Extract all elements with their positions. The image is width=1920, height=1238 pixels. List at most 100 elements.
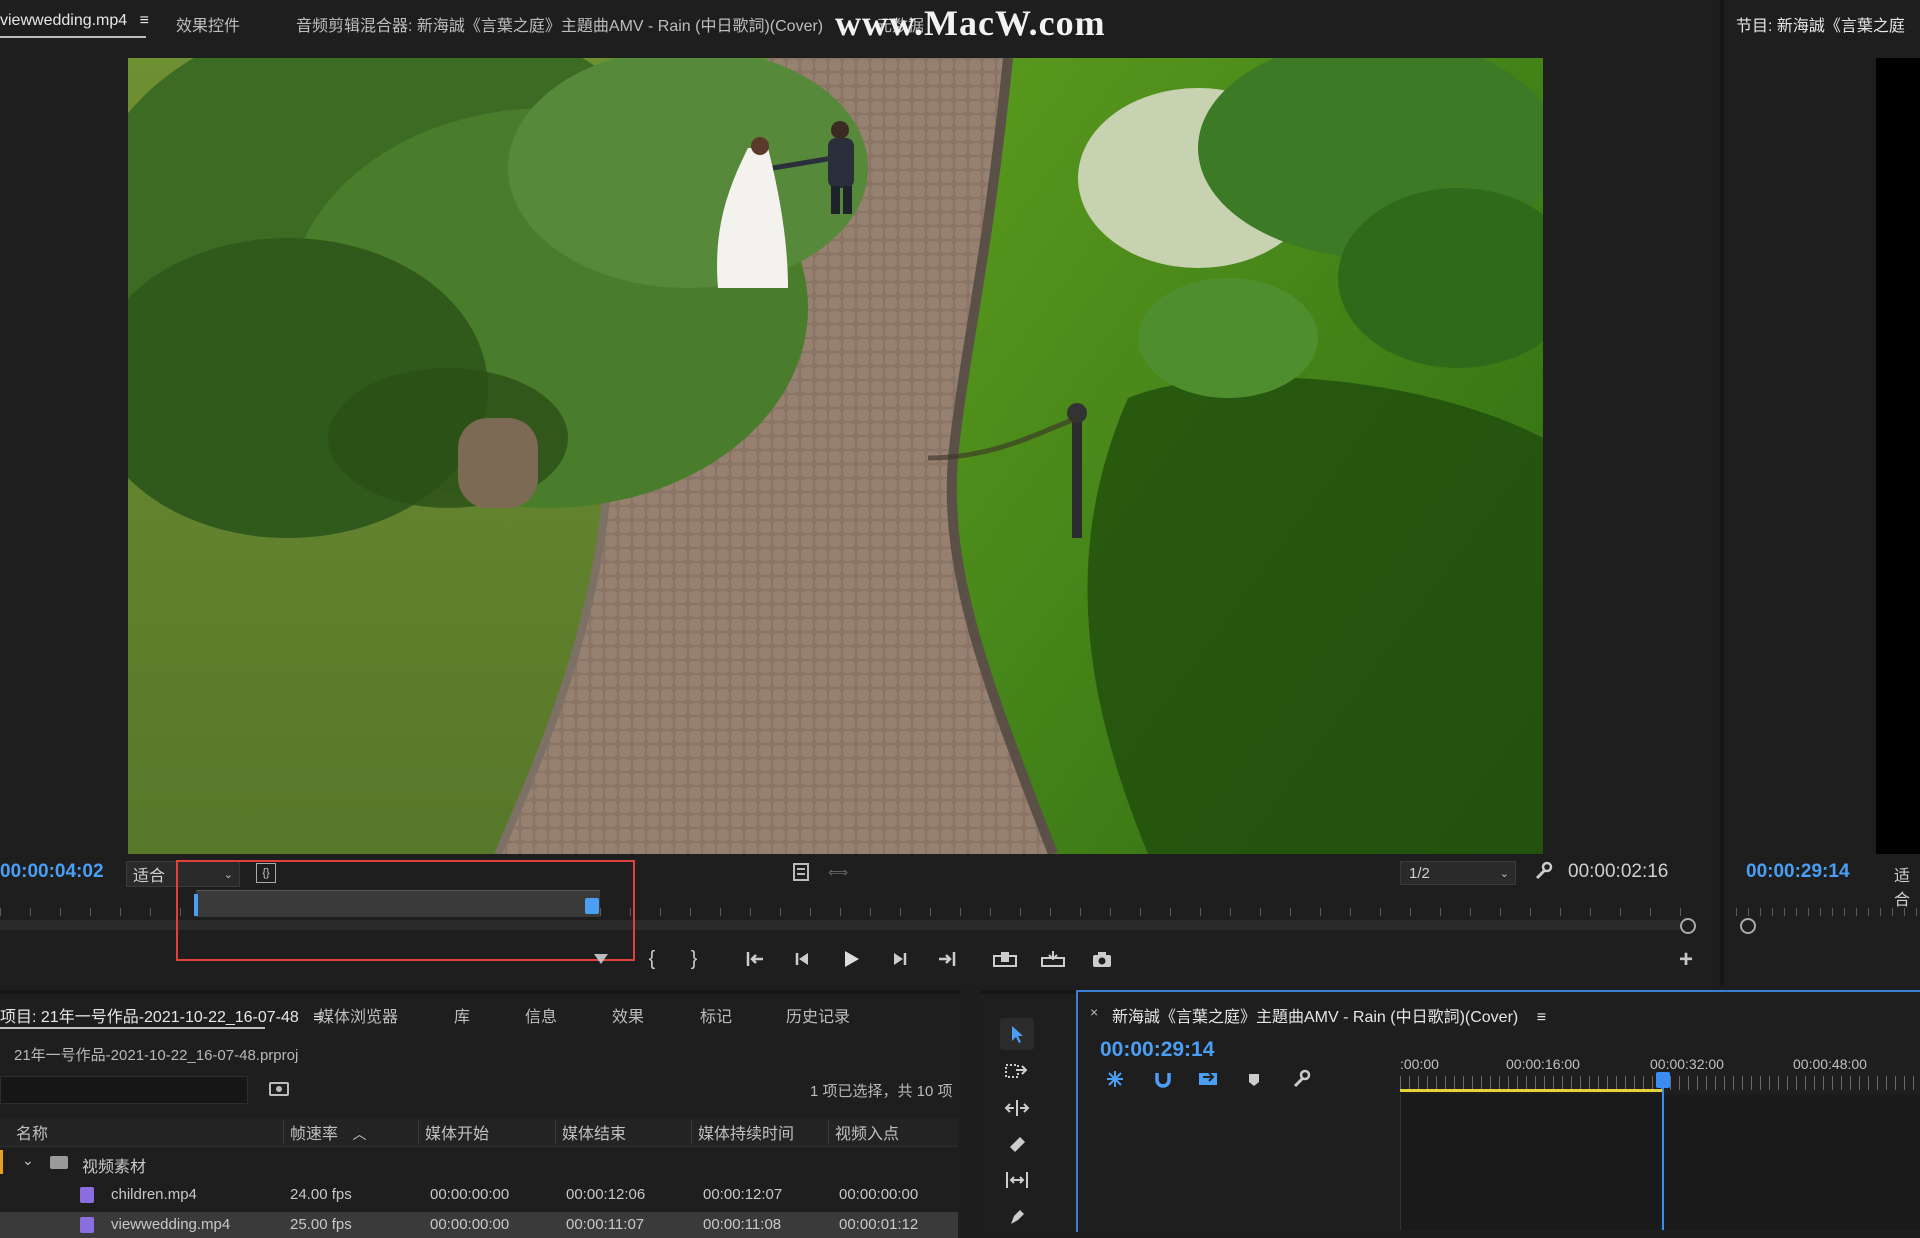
column-name[interactable]: 名称 <box>16 1120 48 1144</box>
chevron-down-icon[interactable]: ⌄ <box>22 1152 34 1169</box>
project-search-input[interactable] <box>0 1076 248 1104</box>
tab-history[interactable]: 历史记录 <box>786 1003 850 1027</box>
panel-menu-icon[interactable]: ≡ <box>1537 1009 1546 1026</box>
timeline-sequence-title[interactable]: 新海誠《言葉之庭》主題曲AMV - Rain (中日歌詞)(Cover) ≡ <box>1112 1003 1546 1027</box>
column-divider <box>691 1120 692 1144</box>
tab-effect-controls[interactable]: 效果控件 <box>176 12 240 36</box>
tab-info[interactable]: 信息 <box>525 1003 557 1027</box>
clip-media-duration: 00:00:12:07 <box>703 1186 783 1203</box>
chevron-down-icon: ⌄ <box>1499 867 1509 880</box>
column-media-end[interactable]: 媒体结束 <box>562 1120 626 1144</box>
program-time-ruler[interactable] <box>1736 900 1920 920</box>
range-highlight-box <box>176 860 635 961</box>
table-row[interactable]: viewwedding.mp4 25.00 fps 00:00:00:00 00… <box>0 1212 958 1238</box>
tab-project[interactable]: 项目: 21年一号作品-2021-10-22_16-07-48 ≡ <box>0 1003 323 1027</box>
column-media-start[interactable]: 媒体开始 <box>425 1120 489 1144</box>
tab-source[interactable]: viewwedding.mp4 ≡ <box>0 12 149 30</box>
mark-in-icon[interactable]: { <box>642 948 662 970</box>
panel-menu-icon[interactable]: ≡ <box>140 12 149 29</box>
timeline-settings-wrench-icon[interactable] <box>1290 1068 1312 1090</box>
razor-tool-icon[interactable] <box>1002 1130 1032 1158</box>
nest-icon[interactable] <box>1104 1068 1126 1090</box>
zoom-end-handle[interactable] <box>1680 918 1696 934</box>
column-video-in-point[interactable]: 视频入点 <box>835 1120 899 1144</box>
clip-media-start: 00:00:00:00 <box>430 1216 510 1233</box>
source-timecode-left[interactable]: 00:00:04:02 <box>0 861 104 883</box>
safe-margins-icon[interactable] <box>792 862 810 882</box>
tab-audio-clip-mixer[interactable]: 音频剪辑混合器: 新海誠《言葉之庭》主題曲AMV - Rain (中日歌詞)(C… <box>296 12 823 36</box>
video-clip-icon <box>80 1217 94 1233</box>
tab-libraries[interactable]: 库 <box>454 1003 470 1027</box>
marker-down-icon[interactable] <box>594 954 608 964</box>
find-icon[interactable] <box>268 1078 290 1098</box>
drag-audio-icon[interactable]: ⟺ <box>828 862 848 882</box>
pen-tool-icon[interactable] <box>1002 1202 1032 1230</box>
timeline-ruler-label: 00:00:16:00 <box>1506 1056 1580 1072</box>
add-button-icon[interactable]: + <box>1676 946 1696 973</box>
clip-video-in-point[interactable]: 00:00:00:00 <box>839 1186 918 1203</box>
folder-icon <box>50 1156 68 1169</box>
resolution-select[interactable]: 1/2 ⌄ <box>1400 861 1516 885</box>
timeline-playhead-line <box>1662 1086 1664 1230</box>
watermark: www.MacW.com <box>835 3 1106 43</box>
slip-tool-icon[interactable] <box>1002 1166 1032 1194</box>
active-tab-underline <box>0 36 146 38</box>
clip-media-end: 00:00:11:07 <box>566 1216 645 1233</box>
clip-name: children.mp4 <box>111 1186 197 1203</box>
clip-frame-rate: 25.00 fps <box>290 1216 352 1233</box>
ripple-edit-tool-icon[interactable] <box>1002 1094 1032 1122</box>
clip-name: viewwedding.mp4 <box>111 1216 231 1233</box>
linked-selection-icon[interactable] <box>1196 1068 1220 1090</box>
overwrite-icon[interactable] <box>1040 948 1066 970</box>
step-back-icon[interactable] <box>792 948 814 970</box>
active-tab-underline <box>0 1027 265 1029</box>
add-marker-icon[interactable] <box>1244 1070 1264 1090</box>
folder-row[interactable]: ⌄ 视频素材 <box>0 1150 958 1176</box>
camera-icon[interactable] <box>1090 948 1114 970</box>
folder-name: 视频素材 <box>82 1159 147 1176</box>
tab-project-label: 项目: 21年一号作品-2021-10-22_16-07-48 <box>0 1009 299 1026</box>
timeline-sequence-title-label: 新海誠《言葉之庭》主題曲AMV - Rain (中日歌詞)(Cover) <box>1112 1009 1519 1026</box>
column-divider <box>283 1120 284 1144</box>
go-to-in-icon[interactable] <box>744 948 768 970</box>
clip-media-duration: 00:00:11:08 <box>703 1216 782 1233</box>
source-timecode-right: 00:00:02:16 <box>1568 861 1669 882</box>
column-divider <box>418 1120 419 1144</box>
close-icon[interactable]: × <box>1090 1004 1098 1020</box>
clip-video-in-point[interactable]: 00:00:01:12 <box>839 1216 918 1233</box>
zoom-select-label: 适合 <box>133 868 166 885</box>
project-file-path: 21年一号作品-2021-10-22_16-07-48.prproj <box>14 1047 299 1064</box>
table-row[interactable]: children.mp4 24.00 fps 00:00:00:00 00:00… <box>0 1182 958 1208</box>
selection-tool-icon[interactable] <box>1000 1018 1034 1050</box>
play-icon[interactable] <box>840 948 862 970</box>
program-panel-title[interactable]: 节目: 新海誠《言葉之庭 <box>1736 12 1905 36</box>
work-area-bar[interactable] <box>1400 1089 1662 1092</box>
tab-markers[interactable]: 标记 <box>700 1003 732 1027</box>
program-video-frame <box>1876 58 1920 854</box>
program-timecode[interactable]: 00:00:29:14 <box>1746 861 1850 883</box>
sort-ascending-icon: ︿ <box>352 1126 367 1142</box>
clip-media-end: 00:00:12:06 <box>566 1186 646 1203</box>
track-select-tool-icon[interactable] <box>1002 1058 1032 1086</box>
insert-icon[interactable] <box>992 948 1018 970</box>
column-frame-rate[interactable]: 帧速率 ︿ <box>290 1120 366 1144</box>
timeline-ruler-label: :00:00 <box>1400 1056 1439 1072</box>
timeline-track-area[interactable] <box>1400 1094 1920 1230</box>
wrench-icon[interactable] <box>1532 860 1554 882</box>
step-forward-icon[interactable] <box>888 948 910 970</box>
timeline-timecode[interactable]: 00:00:29:14 <box>1100 1038 1214 1062</box>
snap-magnet-icon[interactable] <box>1152 1068 1174 1090</box>
column-media-duration[interactable]: 媒体持续时间 <box>698 1120 794 1144</box>
tab-media-browser[interactable]: 媒体浏览器 <box>318 1003 398 1027</box>
tab-source-label: viewwedding.mp4 <box>0 12 128 29</box>
mark-out-icon[interactable]: } <box>684 948 704 970</box>
column-frame-rate-label: 帧速率 <box>290 1126 339 1143</box>
resolution-select-label: 1/2 <box>1409 864 1430 882</box>
tab-effects[interactable]: 效果 <box>612 1003 644 1027</box>
aerial-wedding-image <box>128 58 1543 854</box>
selection-info: 1 项已选择，共 10 项 <box>810 1083 953 1100</box>
program-zoom-start-handle[interactable] <box>1740 918 1756 934</box>
timeline-ruler-label: 00:00:48:00 <box>1793 1056 1867 1072</box>
clip-media-start: 00:00:00:00 <box>430 1186 510 1203</box>
go-to-out-icon[interactable] <box>934 948 958 970</box>
